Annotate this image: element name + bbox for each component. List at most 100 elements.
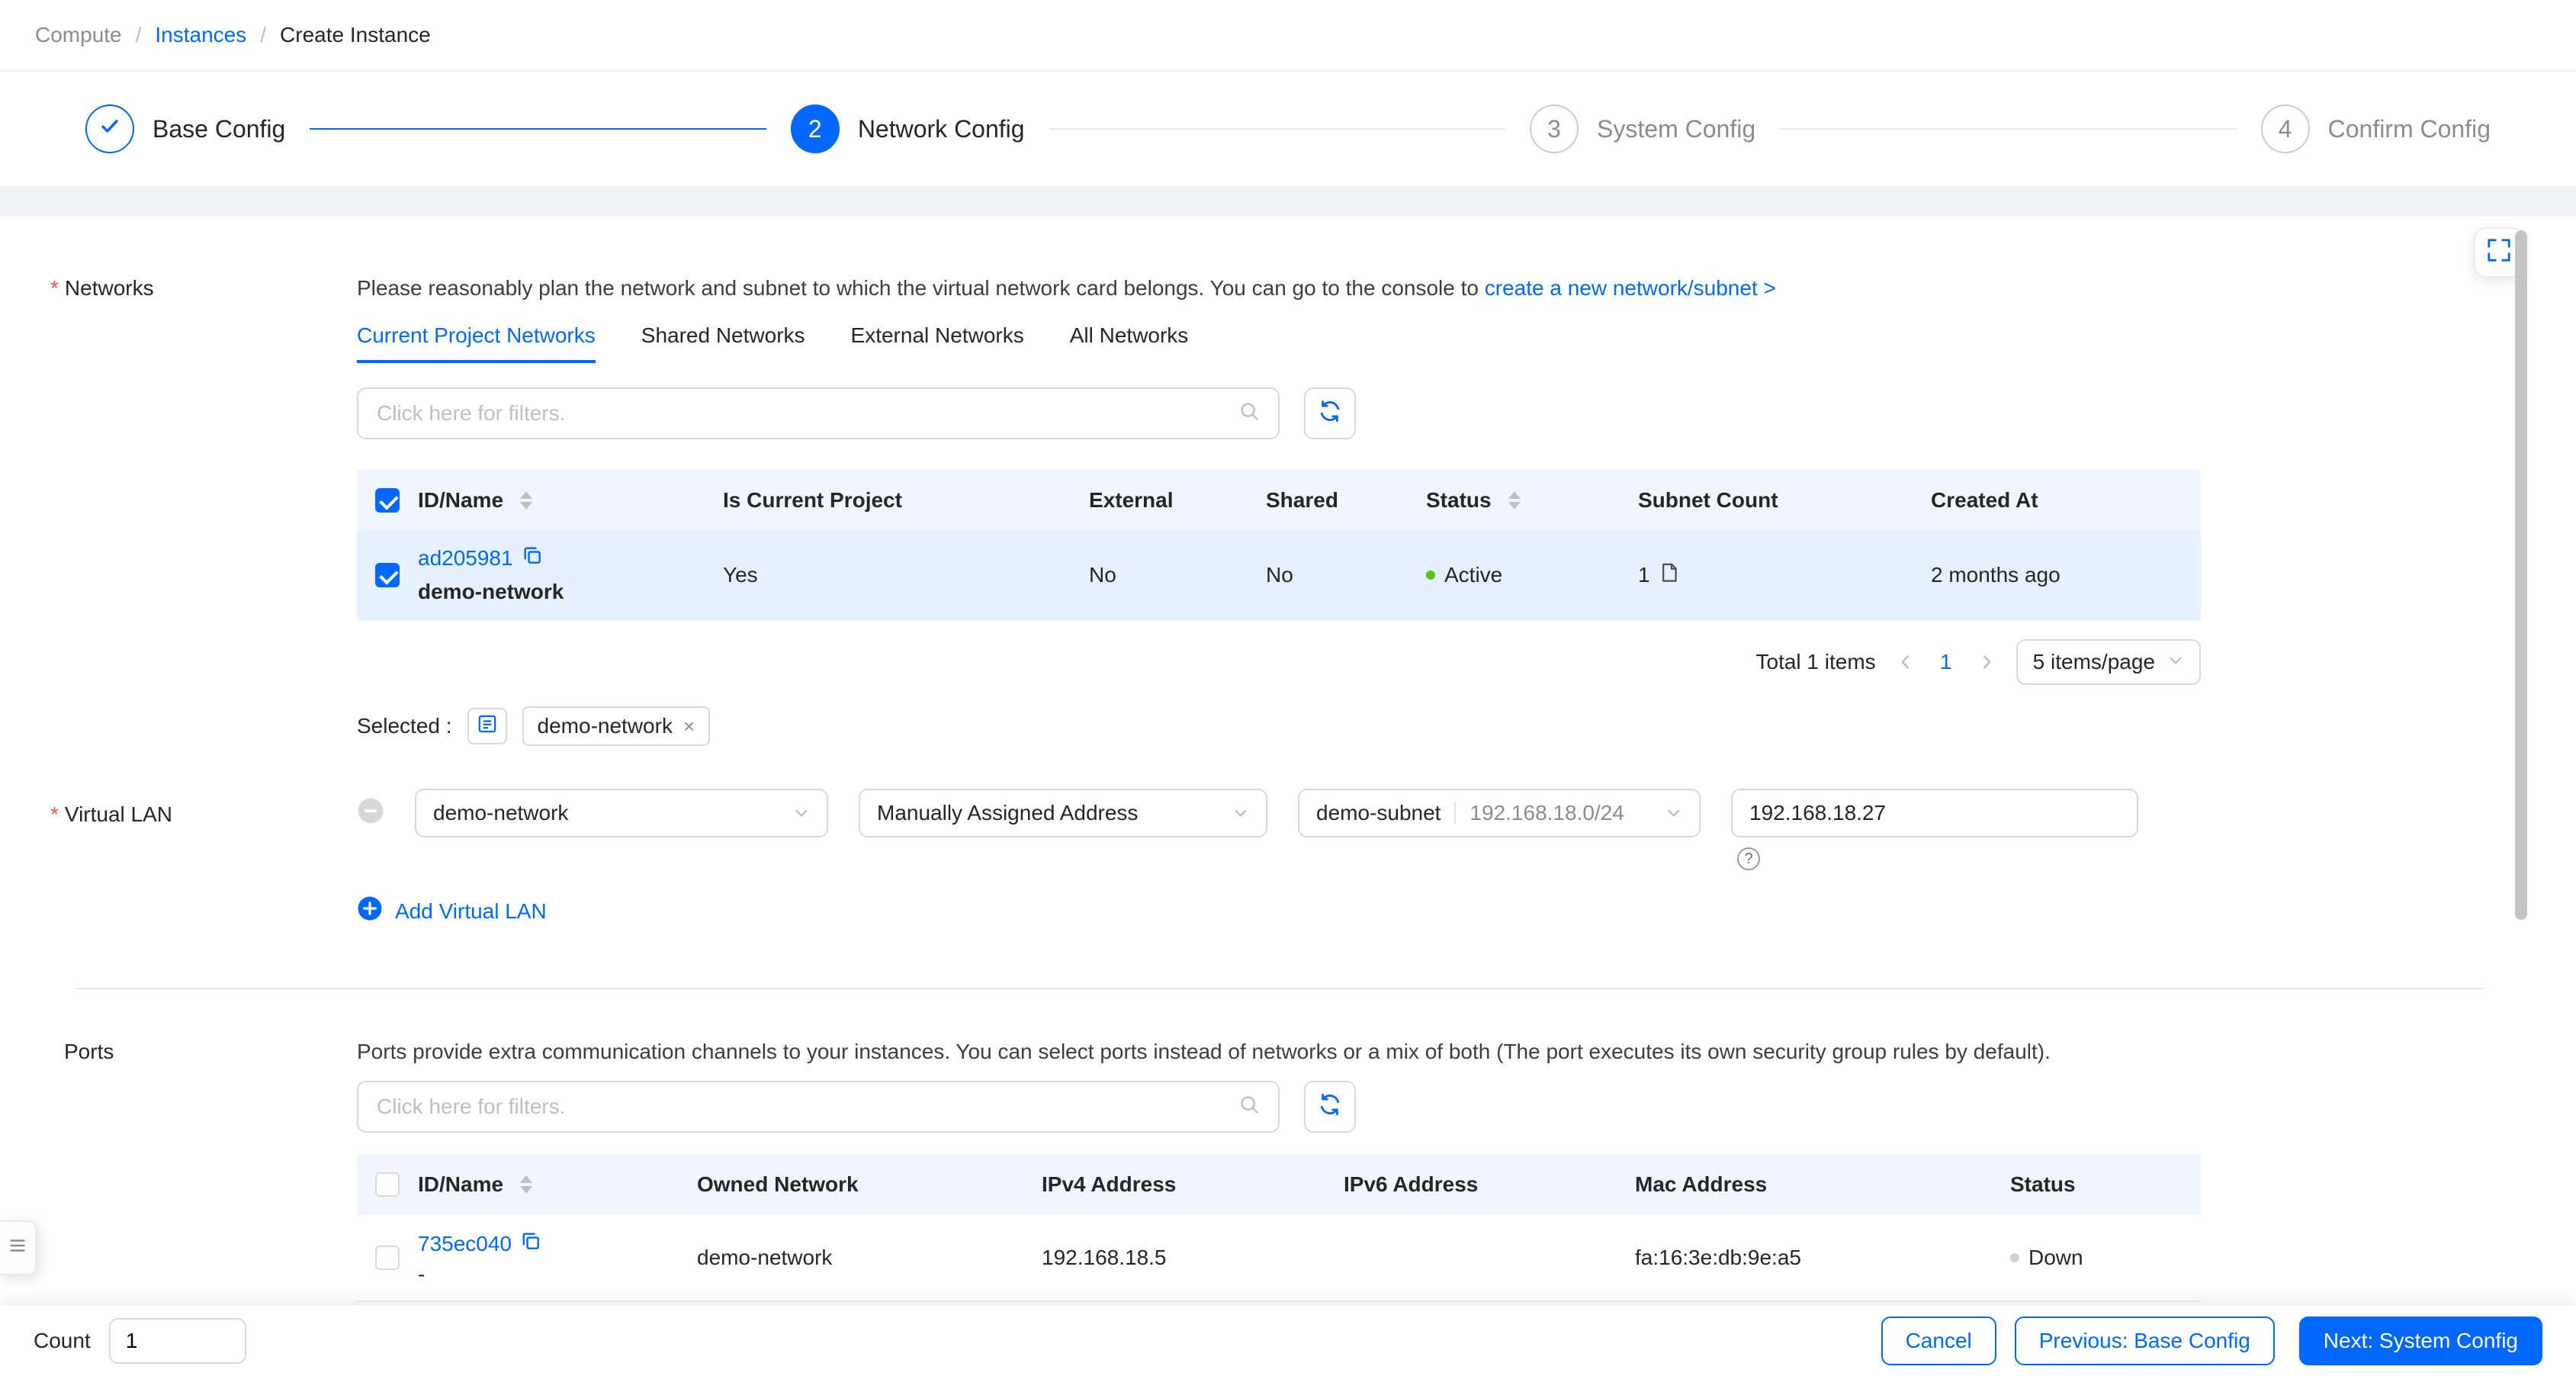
- networks-label: * Networks: [50, 276, 154, 300]
- column-header: Mac Address: [1635, 1172, 1768, 1196]
- selected-tag: demo-network ×: [522, 706, 711, 746]
- sort-icon[interactable]: [520, 1175, 533, 1194]
- step-system-config: 3 System Config: [1530, 104, 1755, 153]
- step-label: Base Config: [153, 114, 286, 143]
- previous-button[interactable]: Previous: Base Config: [2014, 1317, 2275, 1365]
- step-circle-done: [85, 104, 134, 153]
- ports-filter-input[interactable]: [377, 1095, 1238, 1119]
- ports-section: Ports Ports provide extra communication …: [0, 1035, 2576, 1302]
- virtual-lan-label: * Virtual LAN: [50, 802, 173, 826]
- subnet-select[interactable]: demo-subnet 192.168.18.0/24: [1298, 789, 1701, 837]
- column-header: Created At: [1931, 488, 2038, 512]
- chevron-down-icon: [1232, 805, 1249, 821]
- list-icon: [8, 1236, 27, 1261]
- vertical-scrollbar[interactable]: [2515, 230, 2527, 920]
- required-asterisk: *: [50, 802, 59, 826]
- ip-address-input[interactable]: [1731, 789, 2138, 837]
- step-circle-pending: 3: [1530, 104, 1579, 153]
- row-checkbox[interactable]: [375, 563, 400, 587]
- page-number[interactable]: 1: [1935, 650, 1957, 674]
- page-size-select[interactable]: 5 items/page: [2016, 639, 2201, 685]
- cell-created-at: 2 months ago: [1931, 563, 2060, 587]
- cell-is-current-project: Yes: [723, 563, 758, 587]
- ports-filter-box[interactable]: [357, 1081, 1280, 1133]
- copy-icon[interactable]: [522, 543, 542, 574]
- list-icon: [477, 713, 498, 740]
- select-all-checkbox[interactable]: [375, 488, 400, 513]
- breadcrumb-item-create-instance: Create Instance: [280, 23, 431, 47]
- section-divider-band: [0, 186, 2576, 217]
- cell-external: No: [1089, 563, 1116, 587]
- cell-shared: No: [1266, 563, 1293, 587]
- step-base-config[interactable]: Base Config: [85, 104, 285, 153]
- ports-table-header: ID/Name Owned Network IPv4 Address IPv6 …: [357, 1154, 2201, 1215]
- minus-circle-icon: [357, 797, 384, 830]
- count-input[interactable]: [108, 1318, 246, 1364]
- refresh-button[interactable]: [1304, 387, 1356, 439]
- network-table-row[interactable]: ad205981 demo-network Yes No No Active 1…: [357, 531, 2201, 621]
- breadcrumb-item-instances[interactable]: Instances: [155, 23, 246, 47]
- help-icon[interactable]: ?: [1737, 847, 1760, 870]
- selected-list-button[interactable]: [467, 708, 507, 744]
- networks-section: * Networks Please reasonably plan the net…: [0, 272, 2576, 746]
- add-virtual-lan-button[interactable]: Add Virtual LAN: [357, 895, 547, 927]
- network-name: demo-network: [418, 580, 564, 603]
- status-dot-down: [2010, 1253, 2019, 1262]
- select-all-checkbox[interactable]: [375, 1172, 400, 1197]
- tab-current-project-networks[interactable]: Current Project Networks: [357, 323, 596, 363]
- networks-table: ID/Name Is Current Project External Shar…: [357, 470, 2201, 621]
- pagination-total: Total 1 items: [1755, 650, 1876, 674]
- breadcrumb-item-compute[interactable]: Compute: [35, 23, 122, 47]
- create-instance-page: Compute / Instances / Create Instance Ba…: [0, 0, 2576, 1376]
- step-label: Network Config: [857, 114, 1025, 143]
- tab-all-networks[interactable]: All Networks: [1070, 323, 1189, 363]
- prev-page-icon[interactable]: [1897, 654, 1914, 670]
- expand-icon: [2486, 237, 2512, 268]
- status-text: Down: [2028, 1246, 2083, 1269]
- column-header: IPv6 Address: [1344, 1172, 1479, 1196]
- ports-label: Ports: [64, 1040, 114, 1063]
- file-icon[interactable]: [1659, 562, 1679, 589]
- row-checkbox[interactable]: [375, 1246, 400, 1270]
- next-button[interactable]: Next: System Config: [2298, 1317, 2542, 1365]
- networks-hint: Please reasonably plan the network and s…: [357, 276, 1776, 300]
- port-id-link[interactable]: 735ec040: [418, 1229, 512, 1259]
- refresh-icon: [1319, 1093, 1341, 1121]
- networks-filter-input[interactable]: [377, 401, 1238, 426]
- port-table-row[interactable]: 735ec040 - demo-network 192.168.18.5 fa:…: [357, 1215, 2201, 1302]
- sort-icon[interactable]: [520, 491, 533, 510]
- ports-hint: Ports provide extra communication channe…: [357, 1040, 2051, 1063]
- step-label: System Config: [1597, 114, 1756, 143]
- status-dot-active: [1426, 571, 1435, 580]
- cell-owned-network: demo-network: [697, 1246, 833, 1269]
- networks-table-header: ID/Name Is Current Project External Shar…: [357, 470, 2201, 531]
- remove-vlan-button[interactable]: [357, 797, 384, 830]
- search-icon: [1238, 400, 1260, 427]
- cell-status: Active: [1426, 563, 1638, 587]
- close-icon[interactable]: ×: [683, 716, 695, 736]
- step-confirm-config: 4 Confirm Config: [2260, 104, 2491, 153]
- tab-shared-networks[interactable]: Shared Networks: [641, 323, 805, 363]
- chevron-down-icon: [1665, 805, 1682, 821]
- chevron-down-icon: [2167, 650, 2184, 674]
- tab-external-networks[interactable]: External Networks: [851, 323, 1024, 363]
- breadcrumb: Compute / Instances / Create Instance: [0, 0, 2576, 72]
- refresh-button[interactable]: [1304, 1081, 1356, 1133]
- networks-filter-box[interactable]: [357, 387, 1280, 439]
- form-content: * Networks Please reasonably plan the net…: [0, 217, 2576, 1302]
- cancel-button[interactable]: Cancel: [1881, 1317, 1996, 1365]
- breadcrumb-separator: /: [260, 23, 267, 47]
- create-network-link[interactable]: create a new network/subnet >: [1485, 276, 1776, 300]
- port-name: -: [418, 1262, 426, 1286]
- vlan-network-select[interactable]: demo-network: [415, 789, 828, 837]
- status-text: Active: [1444, 563, 1503, 587]
- sort-icon[interactable]: [1508, 491, 1521, 510]
- next-page-icon[interactable]: [1978, 654, 1995, 670]
- plus-circle-icon: [357, 895, 383, 927]
- ip-assignment-select[interactable]: Manually Assigned Address: [859, 789, 1267, 837]
- step-network-config: 2 Network Config: [790, 104, 1025, 153]
- network-id-link[interactable]: ad205981: [418, 543, 513, 574]
- drawer-handle[interactable]: [0, 1220, 37, 1275]
- copy-icon[interactable]: [521, 1229, 541, 1259]
- step-circle-pending: 4: [2260, 104, 2310, 153]
